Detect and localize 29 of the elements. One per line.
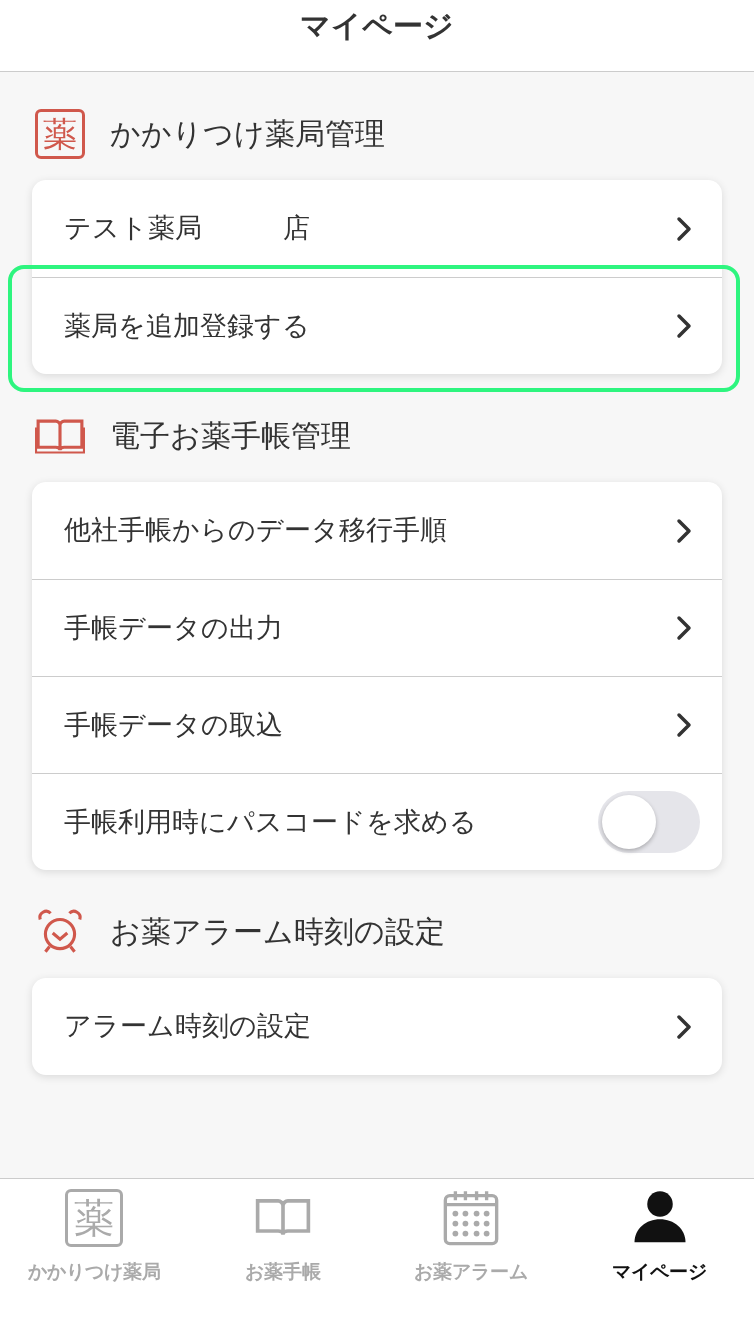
section-title: 電子お薬手帳管理	[110, 418, 351, 454]
chevron-right-icon	[676, 712, 692, 738]
menu-label: 他社手帳からのデータ移行手順	[64, 513, 447, 548]
kanji-icon: 薬	[65, 1189, 124, 1247]
menu-item[interactable]: 他社手帳からのデータ移行手順	[32, 482, 722, 579]
menu-item[interactable]: 手帳データの出力	[32, 579, 722, 676]
chevron-right-icon	[676, 1013, 692, 1040]
menu-item[interactable]: アラーム時刻の設定	[32, 978, 722, 1075]
menu-label: 手帳利用時にパスコードを求める	[64, 804, 477, 839]
menu-item[interactable]: テスト薬局 店	[32, 180, 722, 277]
chevron-right-icon	[676, 615, 692, 641]
section-title: かかりつけ薬局管理	[110, 116, 385, 152]
menu-item[interactable]: 手帳データの取込	[32, 676, 722, 773]
chevron-right-icon	[676, 215, 692, 242]
menu-label: テスト薬局 店	[64, 211, 310, 246]
menu-label: アラーム時刻の設定	[64, 1009, 311, 1044]
calendar-icon	[442, 1189, 501, 1247]
chevron-right-icon	[676, 313, 692, 339]
chevron-right-icon	[676, 517, 692, 544]
menu-label: 手帳データの出力	[64, 610, 283, 645]
menu-item[interactable]: 薬局を追加登録する	[32, 277, 722, 374]
settings-row[interactable]: 手帳利用時にパスコードを求める	[32, 773, 722, 870]
tab[interactable]: マイページ	[565, 1187, 754, 1283]
page-title: マイページ	[300, 8, 454, 45]
section-title: お薬アラーム時刻の設定	[110, 914, 445, 950]
menu-label: 薬局を追加登録する	[64, 308, 310, 343]
kanji-icon: 薬	[35, 109, 85, 159]
menu-label: 手帳データの取込	[64, 707, 283, 742]
book-icon	[35, 417, 85, 455]
